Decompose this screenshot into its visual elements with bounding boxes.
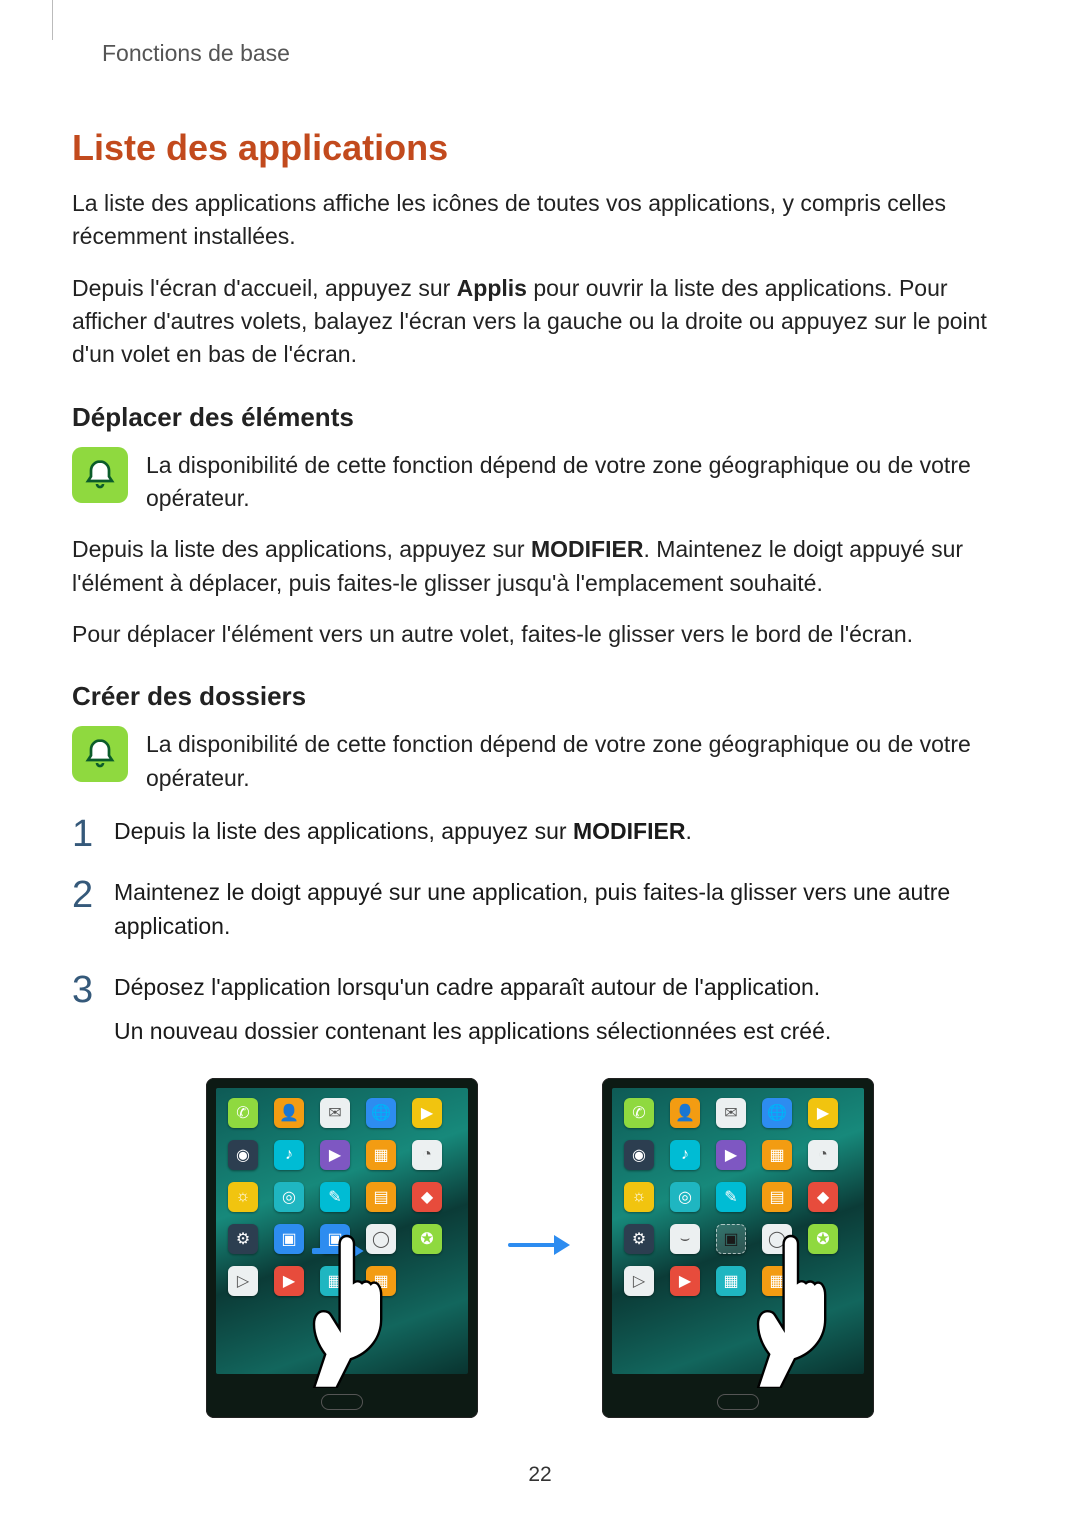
app-icon: ▶ [412, 1098, 442, 1128]
app-icon: ✎ [716, 1182, 746, 1212]
app-icon: ◉ [228, 1140, 258, 1170]
home-button-icon [717, 1394, 759, 1410]
app-icon: ▦ [762, 1140, 792, 1170]
app-icon: ▤ [762, 1182, 792, 1212]
figure-row: ✆ 👤 ✉ 🌐 ▶ ◉ ♪ ▶ ▦ ◔ ☼ ◎ ✎ ▤ [72, 1078, 1008, 1418]
step3-text: Déposez l'application lorsqu'un cadre ap… [114, 974, 820, 1000]
step2-text: Maintenez le doigt appuyé sur une applic… [114, 879, 950, 938]
transition-arrow-icon [508, 1232, 572, 1263]
tablet-after: ✆ 👤 ✉ 🌐 ▶ ◉ ♪ ▶ ▦ ◔ ☼ ◎ ✎ ▤ [602, 1078, 874, 1418]
steps-list: Depuis la liste des applications, appuye… [72, 815, 1008, 1048]
step1-bold: MODIFIER [573, 818, 685, 844]
app-icon: ⌣ [670, 1224, 700, 1254]
bell-icon [72, 447, 128, 503]
app-icon: ◔ [412, 1140, 442, 1170]
app-icon: ✪ [808, 1224, 838, 1254]
app-icon: ⚙ [624, 1224, 654, 1254]
move-p1-bold: MODIFIER [531, 536, 643, 562]
intro-2a: Depuis l'écran d'accueil, appuyez sur [72, 275, 457, 301]
step1-b: . [685, 818, 691, 844]
app-icon: ✪ [412, 1224, 442, 1254]
app-icon: ♪ [274, 1140, 304, 1170]
note-move: La disponibilité de cette fonction dépen… [72, 447, 1008, 516]
app-icon: ▶ [320, 1140, 350, 1170]
subheading-folders: Créer des dossiers [72, 681, 1008, 712]
app-icon: ◎ [274, 1182, 304, 1212]
app-icon: ▷ [624, 1266, 654, 1296]
step1-a: Depuis la liste des applications, appuye… [114, 818, 573, 844]
app-icon: ◔ [808, 1140, 838, 1170]
app-icon: ✆ [228, 1098, 258, 1128]
app-icon: ▦ [366, 1140, 396, 1170]
move-paragraph-2: Pour déplacer l'élément vers un autre vo… [72, 618, 1008, 651]
app-icon: ◉ [624, 1140, 654, 1170]
page-title: Liste des applications [72, 127, 1008, 169]
step-1: Depuis la liste des applications, appuye… [72, 815, 1008, 848]
app-icon: ☼ [624, 1182, 654, 1212]
app-icon: 👤 [670, 1098, 700, 1128]
app-folder: ▣ [716, 1224, 746, 1254]
page: Fonctions de base Liste des applications… [0, 0, 1080, 1527]
app-icon: ✆ [624, 1098, 654, 1128]
app-icon: ▦ [716, 1266, 746, 1296]
app-icon: ◆ [808, 1182, 838, 1212]
tablet-before: ✆ 👤 ✉ 🌐 ▶ ◉ ♪ ▶ ▦ ◔ ☼ ◎ ✎ ▤ [206, 1078, 478, 1418]
intro-2-bold: Applis [457, 275, 527, 301]
app-icon: ⚙ [228, 1224, 258, 1254]
page-number: 22 [0, 1463, 1080, 1487]
move-paragraph-1: Depuis la liste des applications, appuye… [72, 533, 1008, 600]
app-icon: ◎ [670, 1182, 700, 1212]
tablet-before-screen: ✆ 👤 ✉ 🌐 ▶ ◉ ♪ ▶ ▦ ◔ ☼ ◎ ✎ ▤ [216, 1088, 468, 1374]
app-icon: ✉ [320, 1098, 350, 1128]
step-2: Maintenez le doigt appuyé sur une applic… [72, 876, 1008, 943]
app-icon: ▤ [366, 1182, 396, 1212]
app-icon: ▣ [320, 1224, 350, 1254]
intro-paragraph-1: La liste des applications affiche les ic… [72, 187, 1008, 254]
note-folders: La disponibilité de cette fonction dépen… [72, 726, 1008, 795]
app-icon: ▶ [274, 1266, 304, 1296]
app-icon: ☼ [228, 1182, 258, 1212]
home-button-icon [321, 1394, 363, 1410]
app-icon: ▷ [228, 1266, 258, 1296]
app-icon: 🌐 [762, 1098, 792, 1128]
step3-extra: Un nouveau dossier contenant les applica… [114, 1015, 1008, 1048]
app-icon: ♪ [670, 1140, 700, 1170]
step-3: Déposez l'application lorsqu'un cadre ap… [72, 971, 1008, 1048]
bell-icon [72, 726, 128, 782]
app-icon: ◆ [412, 1182, 442, 1212]
app-icon: 🌐 [366, 1098, 396, 1128]
app-icon: ▦ [366, 1266, 396, 1296]
app-icon: ▣ [274, 1224, 304, 1254]
app-icon: 👤 [274, 1098, 304, 1128]
app-icon: ✉ [716, 1098, 746, 1128]
app-icon: ◯ [762, 1224, 792, 1254]
app-icon: ▶ [670, 1266, 700, 1296]
app-icon: ✎ [320, 1182, 350, 1212]
app-icon: ▶ [808, 1098, 838, 1128]
margin-rule [52, 0, 53, 40]
breadcrumb: Fonctions de base [72, 0, 1008, 67]
tablet-after-screen: ✆ 👤 ✉ 🌐 ▶ ◉ ♪ ▶ ▦ ◔ ☼ ◎ ✎ ▤ [612, 1088, 864, 1374]
app-icon: ▦ [762, 1266, 792, 1296]
note-move-text: La disponibilité de cette fonction dépen… [146, 447, 1008, 516]
app-icon: ◯ [366, 1224, 396, 1254]
app-icon: ▶ [716, 1140, 746, 1170]
move-p1a: Depuis la liste des applications, appuye… [72, 536, 531, 562]
subheading-move: Déplacer des éléments [72, 402, 1008, 433]
note-folders-text: La disponibilité de cette fonction dépen… [146, 726, 1008, 795]
app-icon: ▦ [320, 1266, 350, 1296]
intro-paragraph-2: Depuis l'écran d'accueil, appuyez sur Ap… [72, 272, 1008, 372]
